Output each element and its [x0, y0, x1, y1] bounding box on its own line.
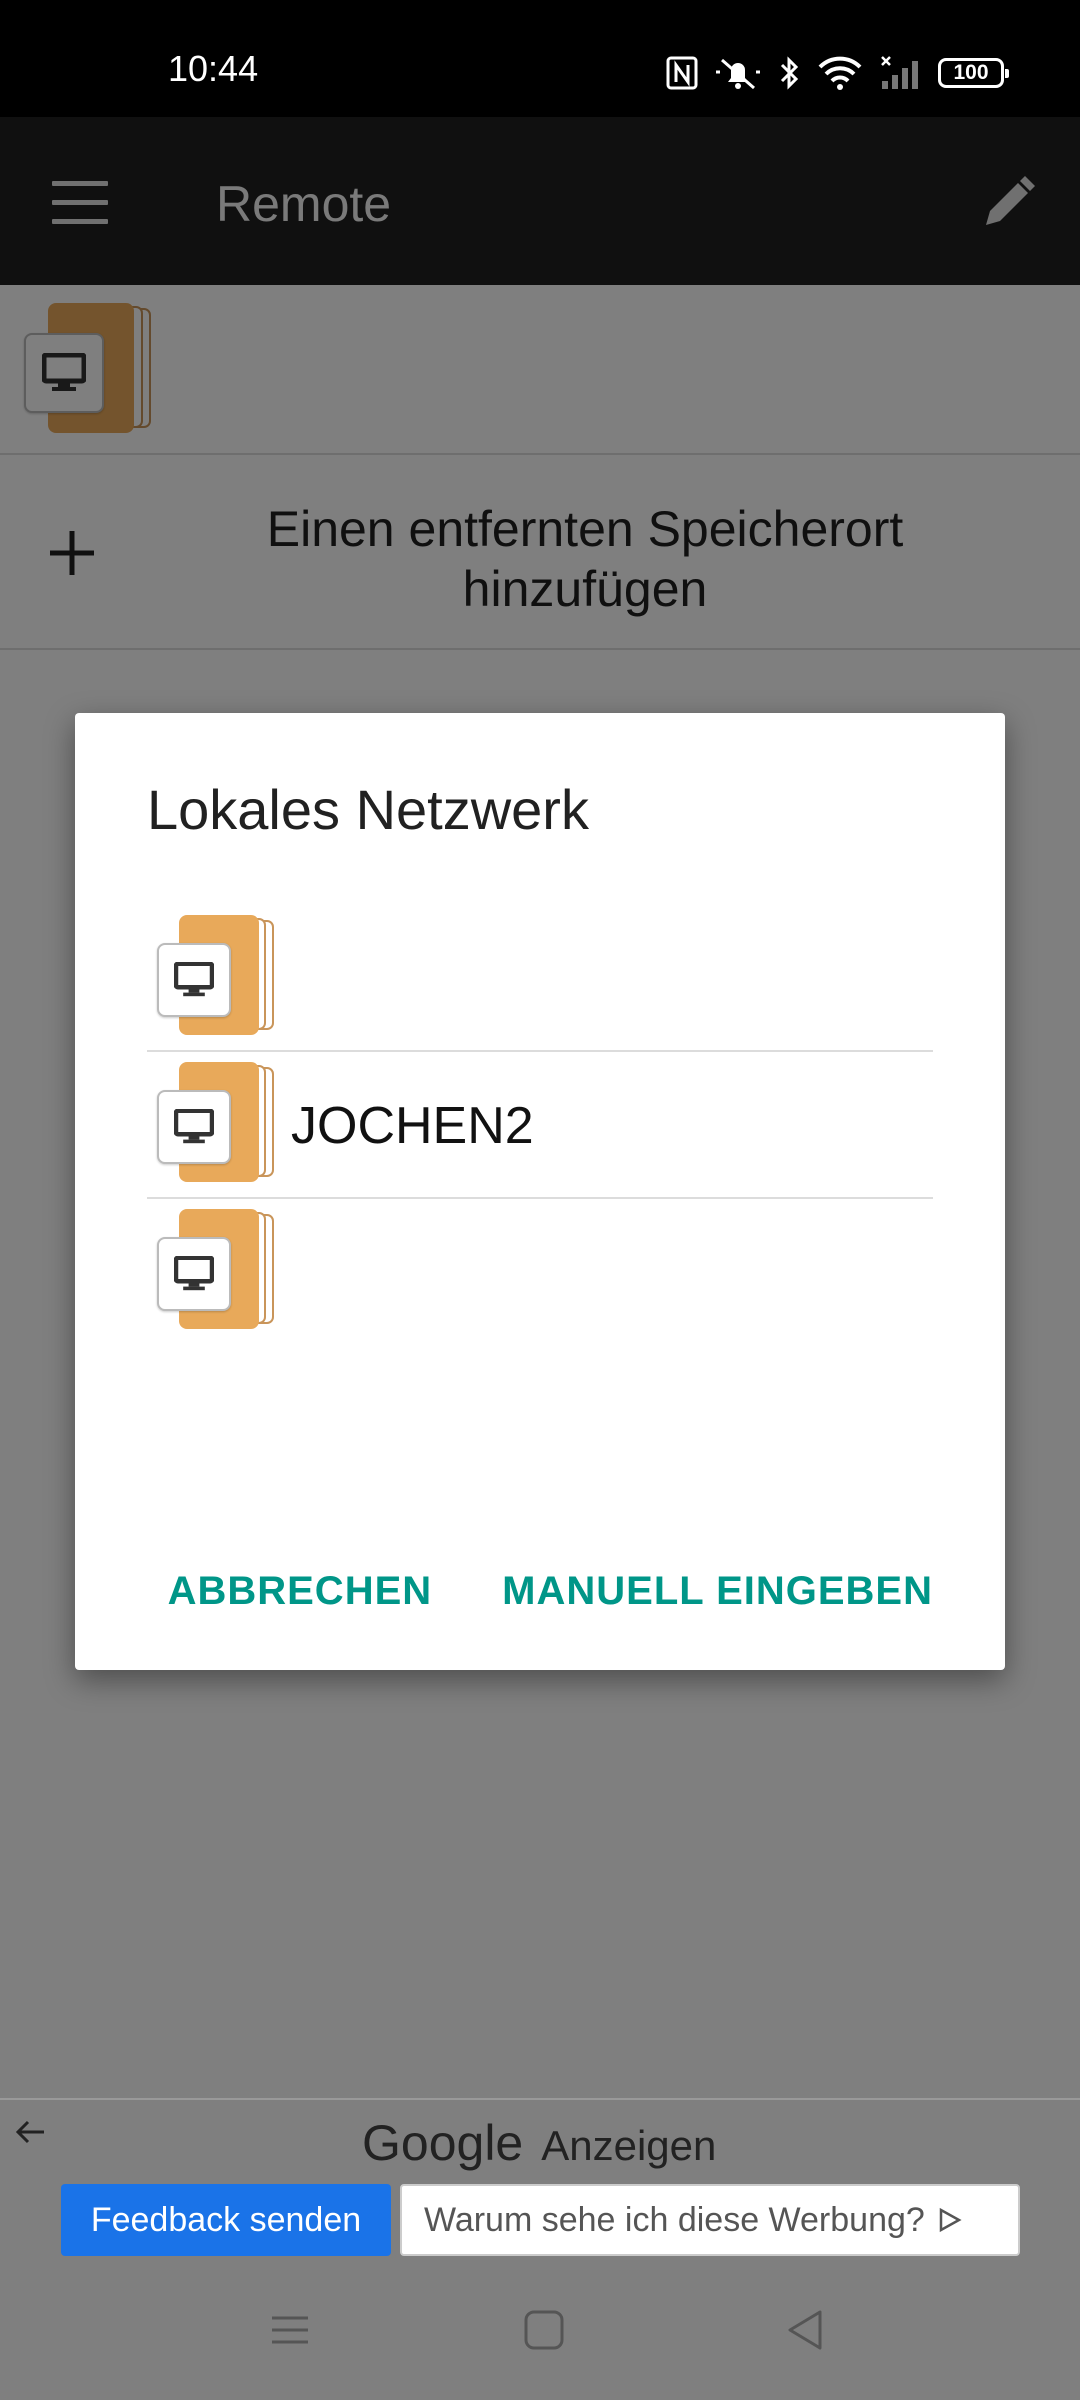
monitor-icon — [157, 1237, 231, 1311]
ad-banner: Google Anzeigen Feedback senden Warum se… — [0, 2098, 1080, 2258]
ads-label: Anzeigen — [541, 2122, 717, 2169]
google-logo: Google — [362, 2115, 524, 2171]
home-icon[interactable] — [520, 2306, 568, 2354]
network-device-item[interactable]: JOCHEN2 — [147, 1052, 933, 1199]
system-navigation-bar — [0, 2262, 1080, 2400]
enter-manually-button[interactable]: MANUELL EINGEBEN — [502, 1569, 933, 1614]
back-icon[interactable] — [782, 2306, 830, 2354]
mute-icon — [716, 58, 760, 90]
wifi-icon — [818, 56, 862, 90]
monitor-icon — [157, 1090, 231, 1164]
network-server-icon — [157, 1209, 277, 1329]
cancel-button[interactable]: ABBRECHEN — [168, 1569, 433, 1614]
network-device-list: JOCHEN2 — [147, 905, 933, 1346]
monitor-icon — [157, 943, 231, 1017]
play-outline-icon — [939, 2207, 962, 2233]
nfc-icon — [666, 56, 698, 90]
signal-icon — [881, 56, 918, 89]
why-this-ad-label: Warum sehe ich diese Werbung? — [424, 2200, 925, 2239]
recent-apps-icon[interactable] — [266, 2306, 314, 2354]
network-server-icon — [157, 1062, 277, 1182]
battery-level: 100 — [953, 61, 989, 84]
network-device-item[interactable] — [147, 1199, 933, 1346]
dialog-actions: ABBRECHEN MANUELL EINGEBEN — [168, 1569, 933, 1614]
ad-brand: Google Anzeigen — [362, 2114, 716, 2172]
dialog-title: Lokales Netzwerk — [147, 778, 589, 841]
battery-indicator: 100 — [938, 58, 1009, 88]
network-device-label: JOCHEN2 — [291, 1097, 534, 1155]
network-device-item[interactable] — [147, 905, 933, 1052]
status-time: 10:44 — [168, 48, 259, 89]
status-icons: 100 — [666, 52, 1009, 94]
local-network-dialog: Lokales Netzwerk JOCHEN2 ABBRECHEN MANUE… — [75, 713, 1005, 1670]
why-this-ad-button[interactable]: Warum sehe ich diese Werbung? — [400, 2184, 1020, 2256]
bluetooth-icon — [780, 56, 799, 90]
network-server-icon — [157, 915, 277, 1035]
send-feedback-button[interactable]: Feedback senden — [61, 2184, 391, 2256]
back-arrow-icon[interactable] — [12, 2114, 48, 2150]
status-bar: 10:44 100 — [0, 0, 1080, 117]
